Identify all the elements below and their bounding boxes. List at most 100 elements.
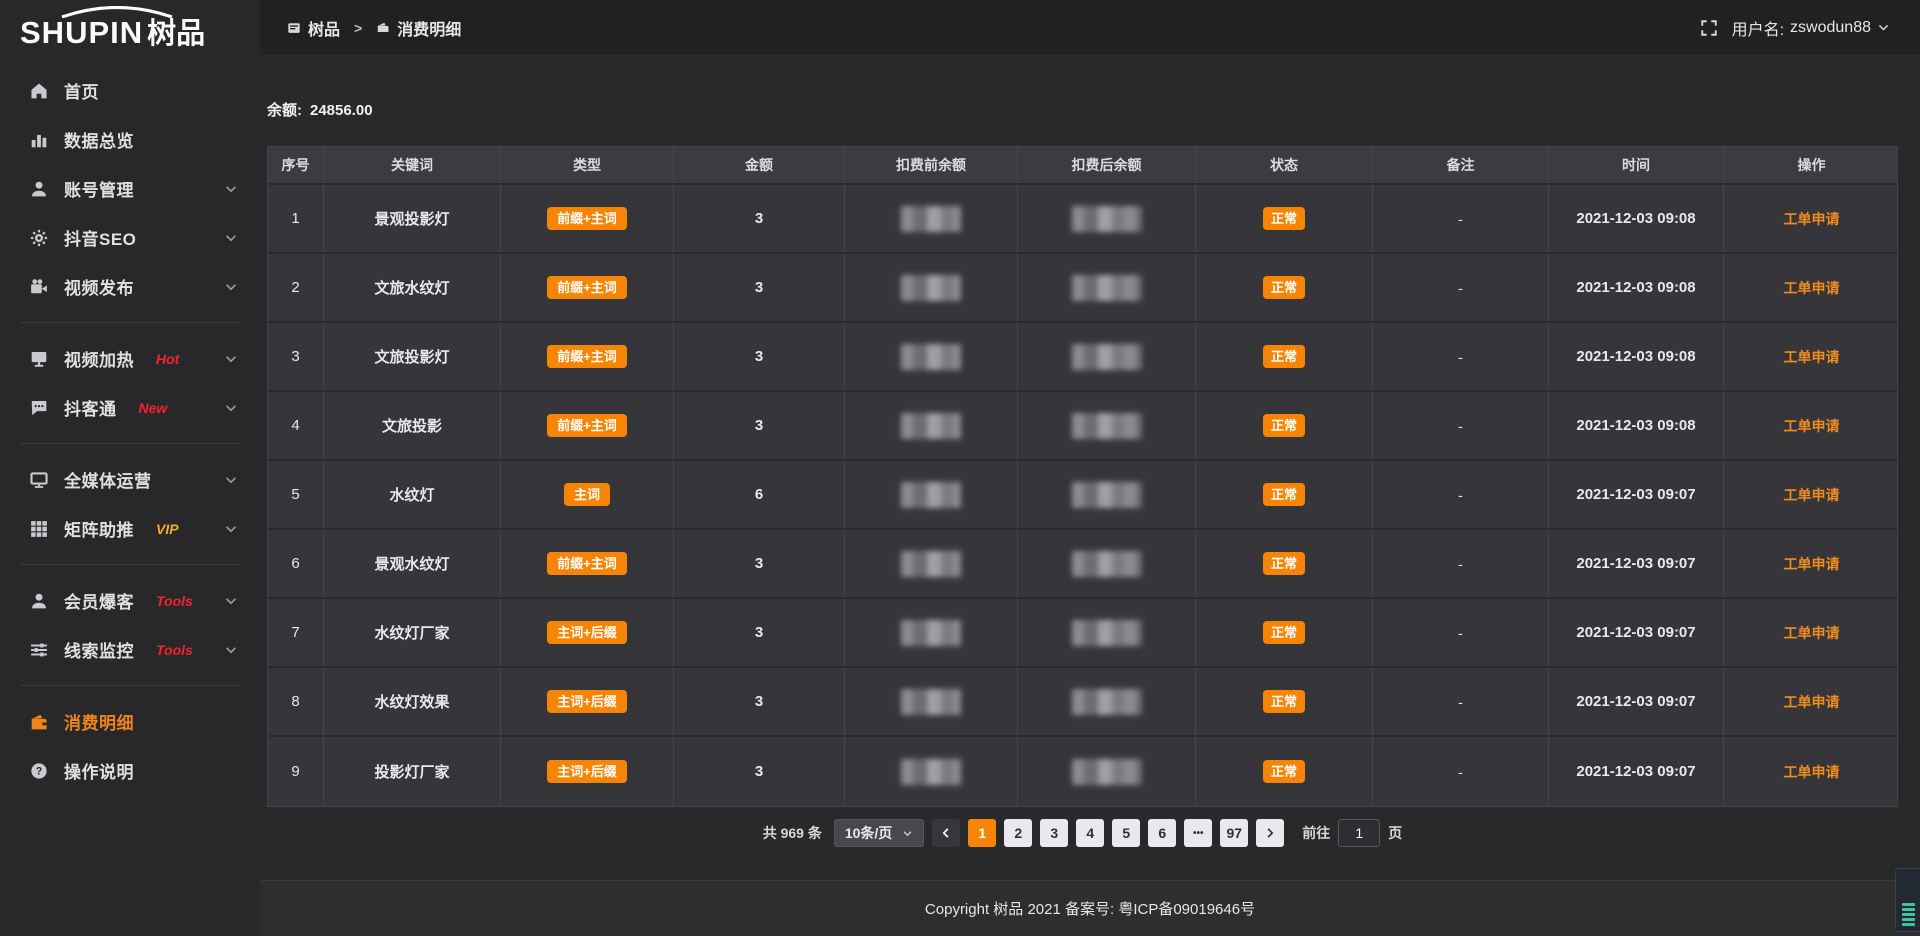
chevron-down-icon [224, 522, 238, 536]
cell-status: 正常 [1196, 323, 1373, 390]
cell-action: 工单申请 [1724, 461, 1899, 528]
sidebar-item-全媒体运营[interactable]: 全媒体运营 [0, 455, 260, 504]
app-window: SHUPIN树品 首页数据总览账号管理抖音SEO视频发布视频加热Hot抖客通Ne… [0, 0, 1920, 936]
table-row: 8水纹灯效果主词+后缀3正常-2021-12-03 09:07工单申请 [268, 668, 1897, 737]
blurred-value [1072, 413, 1142, 439]
sidebar-item-矩阵助推[interactable]: 矩阵助推VIP [0, 504, 260, 553]
cell-amount: 3 [674, 185, 845, 252]
cell-keyword: 水纹灯效果 [324, 668, 501, 735]
page-button-1[interactable]: 1 [968, 819, 996, 847]
floating-widget[interactable] [1895, 868, 1920, 932]
pagination-total: 共 969 条 [763, 823, 822, 843]
cell-index: 2 [268, 254, 324, 321]
status-badge: 正常 [1263, 621, 1305, 644]
column-header-状态: 状态 [1196, 147, 1373, 183]
sidebar-divider [20, 685, 240, 686]
prev-page-button[interactable] [932, 819, 960, 847]
sidebar-item-视频发布[interactable]: 视频发布 [0, 262, 260, 311]
work-order-link[interactable]: 工单申请 [1784, 692, 1840, 712]
blurred-value [1072, 551, 1142, 577]
table-row: 3文旅投影灯前缀+主词3正常-2021-12-03 09:08工单申请 [268, 323, 1897, 392]
sidebar-item-label: 矩阵助推 [64, 516, 134, 541]
blurred-value [901, 620, 961, 646]
blurred-value [901, 344, 961, 370]
fullscreen-icon[interactable] [1700, 19, 1718, 37]
user-menu[interactable]: 用户名: zswodun88 [1732, 16, 1890, 40]
cell-balance-before [845, 737, 1018, 806]
breadcrumb-item-current: 消费明细 [397, 16, 461, 40]
work-order-link[interactable]: 工单申请 [1784, 278, 1840, 298]
goto-page: 前往 页 [1302, 819, 1402, 847]
sidebar-item-tag: Tools [156, 642, 193, 658]
sidebar-item-会员爆客[interactable]: 会员爆客Tools [0, 576, 260, 625]
consumption-table: 序号关键词类型金额扣费前余额扣费后余额状态备注时间操作 1景观投影灯前缀+主词3… [267, 146, 1898, 807]
cell-remark: - [1373, 185, 1549, 252]
sidebar-item-label: 会员爆客 [64, 588, 134, 613]
work-order-link[interactable]: 工单申请 [1784, 485, 1840, 505]
work-order-link[interactable]: 工单申请 [1784, 209, 1840, 229]
pagination: 共 969 条 10条/页 123456 ••• 97 前往 页 [267, 819, 1898, 847]
cell-time: 2021-12-03 09:07 [1549, 668, 1724, 735]
cell-keyword: 景观水纹灯 [324, 530, 501, 597]
sidebar-nav: 首页数据总览账号管理抖音SEO视频发布视频加热Hot抖客通New全媒体运营矩阵助… [0, 66, 260, 795]
username-value: zswodun88 [1790, 19, 1871, 37]
cell-balance-before [845, 461, 1018, 528]
screen-icon [30, 350, 48, 368]
cell-time: 2021-12-03 09:08 [1549, 254, 1724, 321]
sidebar-item-账号管理[interactable]: 账号管理 [0, 164, 260, 213]
work-order-link[interactable]: 工单申请 [1784, 623, 1840, 643]
sidebar-item-label: 首页 [64, 78, 99, 103]
breadcrumb-item-root[interactable]: 树品 [308, 16, 340, 40]
cell-time: 2021-12-03 09:08 [1549, 185, 1724, 252]
cell-index: 7 [268, 599, 324, 666]
topbar-right: 用户名: zswodun88 [1700, 16, 1890, 40]
sidebar-item-抖音SEO[interactable]: 抖音SEO [0, 213, 260, 262]
cell-status: 正常 [1196, 254, 1373, 321]
monitor-icon [30, 471, 48, 489]
cell-time: 2021-12-03 09:07 [1549, 599, 1724, 666]
cell-keyword: 文旅投影 [324, 392, 501, 459]
work-order-link[interactable]: 工单申请 [1784, 347, 1840, 367]
page-button-5[interactable]: 5 [1112, 819, 1140, 847]
sidebar-item-label: 数据总览 [64, 127, 134, 152]
cell-amount: 6 [674, 461, 845, 528]
cell-balance-before [845, 392, 1018, 459]
pagination-ellipsis[interactable]: ••• [1184, 819, 1212, 847]
sidebar-item-抖客通[interactable]: 抖客通New [0, 383, 260, 432]
cell-status: 正常 [1196, 392, 1373, 459]
page-button-2[interactable]: 2 [1004, 819, 1032, 847]
chevron-down-icon [224, 231, 238, 245]
type-badge: 前缀+主词 [547, 414, 627, 437]
sidebar-item-label: 抖客通 [64, 395, 117, 420]
type-badge: 主词+后缀 [547, 760, 627, 783]
cell-amount: 3 [674, 392, 845, 459]
type-badge: 主词+后缀 [547, 690, 627, 713]
sidebar-item-消费明细[interactable]: 消费明细 [0, 697, 260, 746]
next-page-button[interactable] [1256, 819, 1284, 847]
username-label: 用户名: [1732, 16, 1784, 40]
work-order-link[interactable]: 工单申请 [1784, 554, 1840, 574]
sidebar-item-数据总览[interactable]: 数据总览 [0, 115, 260, 164]
cell-type: 主词 [501, 461, 674, 528]
page-button-4[interactable]: 4 [1076, 819, 1104, 847]
blurred-value [1072, 759, 1142, 785]
page-button-3[interactable]: 3 [1040, 819, 1068, 847]
page-button-97[interactable]: 97 [1220, 819, 1248, 847]
copyright-text: Copyright 树品 2021 备案号: 粤ICP备09019646号 [925, 898, 1255, 919]
page-size-select[interactable]: 10条/页 [834, 819, 924, 847]
sidebar-item-视频加热[interactable]: 视频加热Hot [0, 334, 260, 383]
cell-time: 2021-12-03 09:08 [1549, 392, 1724, 459]
breadcrumb: 树品 > 消费明细 [287, 16, 461, 40]
goto-page-input[interactable] [1338, 819, 1380, 847]
blurred-value [901, 759, 961, 785]
table-row: 1景观投影灯前缀+主词3正常-2021-12-03 09:08工单申请 [268, 185, 1897, 254]
work-order-link[interactable]: 工单申请 [1784, 416, 1840, 436]
column-header-扣费后余额: 扣费后余额 [1018, 147, 1196, 183]
page-button-6[interactable]: 6 [1148, 819, 1176, 847]
sidebar-divider [20, 443, 240, 444]
sidebar-item-操作说明[interactable]: ?操作说明 [0, 746, 260, 795]
chat-icon [30, 399, 48, 417]
sidebar-item-首页[interactable]: 首页 [0, 66, 260, 115]
work-order-link[interactable]: 工单申请 [1784, 762, 1840, 782]
sidebar-item-线索监控[interactable]: 线索监控Tools [0, 625, 260, 674]
